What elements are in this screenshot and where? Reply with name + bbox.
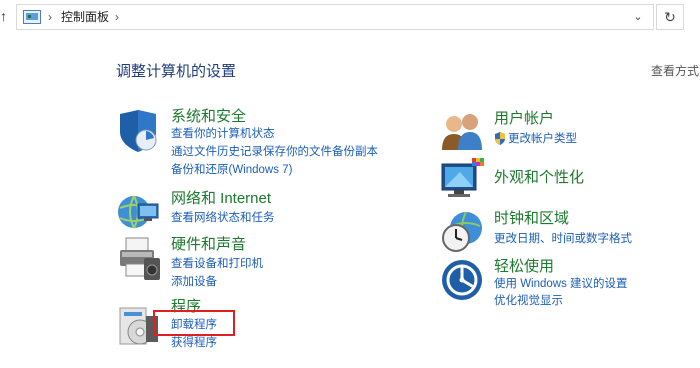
category-appearance: 外观和个性化 <box>440 158 690 198</box>
monitor-palette-icon <box>441 158 484 197</box>
shield-icon <box>120 110 157 152</box>
network-globe-icon <box>118 195 159 229</box>
category-network-internet: 网络和 Internet 查看网络状态和任务 <box>116 190 416 230</box>
category-title-clock-region[interactable]: 时钟和区域 <box>494 210 569 228</box>
users-icon <box>442 114 482 150</box>
breadcrumb-control-panel[interactable]: 控制面板 <box>61 9 109 25</box>
category-title-ease-of-access[interactable]: 轻松使用 <box>494 258 554 276</box>
category-system-security: 系统和安全 查看你的计算机状态 通过文件历史记录保存你的文件备份副本 备份和还原… <box>116 108 416 178</box>
clock-globe-icon <box>442 211 482 252</box>
breadcrumb-separator-chevron[interactable]: › <box>115 9 119 25</box>
category-title-system-security[interactable]: 系统和安全 <box>171 108 246 126</box>
up-button[interactable]: ↑ <box>0 6 14 26</box>
link-devices-printers[interactable]: 查看设备和打印机 <box>171 257 263 272</box>
page-title: 调整计算机的设置 <box>116 63 237 80</box>
address-bar[interactable]: › 控制面板 › ⌄ <box>16 4 654 30</box>
link-add-device[interactable]: 添加设备 <box>171 275 217 290</box>
view-by-label[interactable]: 查看方式 <box>651 62 699 79</box>
printer-icon <box>120 237 160 280</box>
control-panel-icon <box>23 10 41 24</box>
category-ease-of-access: 轻松使用 使用 Windows 建议的设置 优化视觉显示 <box>440 258 690 314</box>
category-title-network-internet[interactable]: 网络和 Internet <box>171 190 271 208</box>
uac-shield-icon <box>495 132 505 145</box>
link-optimize-visual-display[interactable]: 优化视觉显示 <box>494 294 563 309</box>
link-windows-recommended-settings[interactable]: 使用 Windows 建议的设置 <box>494 277 628 292</box>
category-user-accounts: 用户帐户 更改帐户类型 <box>440 110 690 150</box>
link-file-history-backup[interactable]: 通过文件历史记录保存你的文件备份副本 <box>171 145 378 160</box>
category-title-hardware-sound[interactable]: 硬件和声音 <box>171 236 246 254</box>
refresh-button[interactable]: ↻ <box>656 4 684 30</box>
category-title-appearance[interactable]: 外观和个性化 <box>494 169 584 187</box>
link-backup-restore[interactable]: 备份和还原(Windows 7) <box>171 163 292 178</box>
category-hardware-sound: 硬件和声音 查看设备和打印机 添加设备 <box>116 236 416 292</box>
address-dropdown-icon[interactable]: ⌄ <box>631 10 645 24</box>
link-change-date-time-format[interactable]: 更改日期、时间或数字格式 <box>494 232 632 247</box>
category-clock-region: 时钟和区域 更改日期、时间或数字格式 <box>440 208 690 252</box>
breadcrumb-separator: › <box>48 10 52 24</box>
category-title-user-accounts[interactable]: 用户帐户 <box>494 110 554 128</box>
link-network-status[interactable]: 查看网络状态和任务 <box>171 211 275 226</box>
ease-of-access-icon <box>442 260 482 300</box>
link-change-account-type[interactable]: 更改帐户类型 <box>508 132 577 147</box>
link-get-programs[interactable]: 获得程序 <box>171 336 217 351</box>
link-view-computer-status[interactable]: 查看你的计算机状态 <box>171 127 275 142</box>
highlight-annotation <box>153 310 235 336</box>
